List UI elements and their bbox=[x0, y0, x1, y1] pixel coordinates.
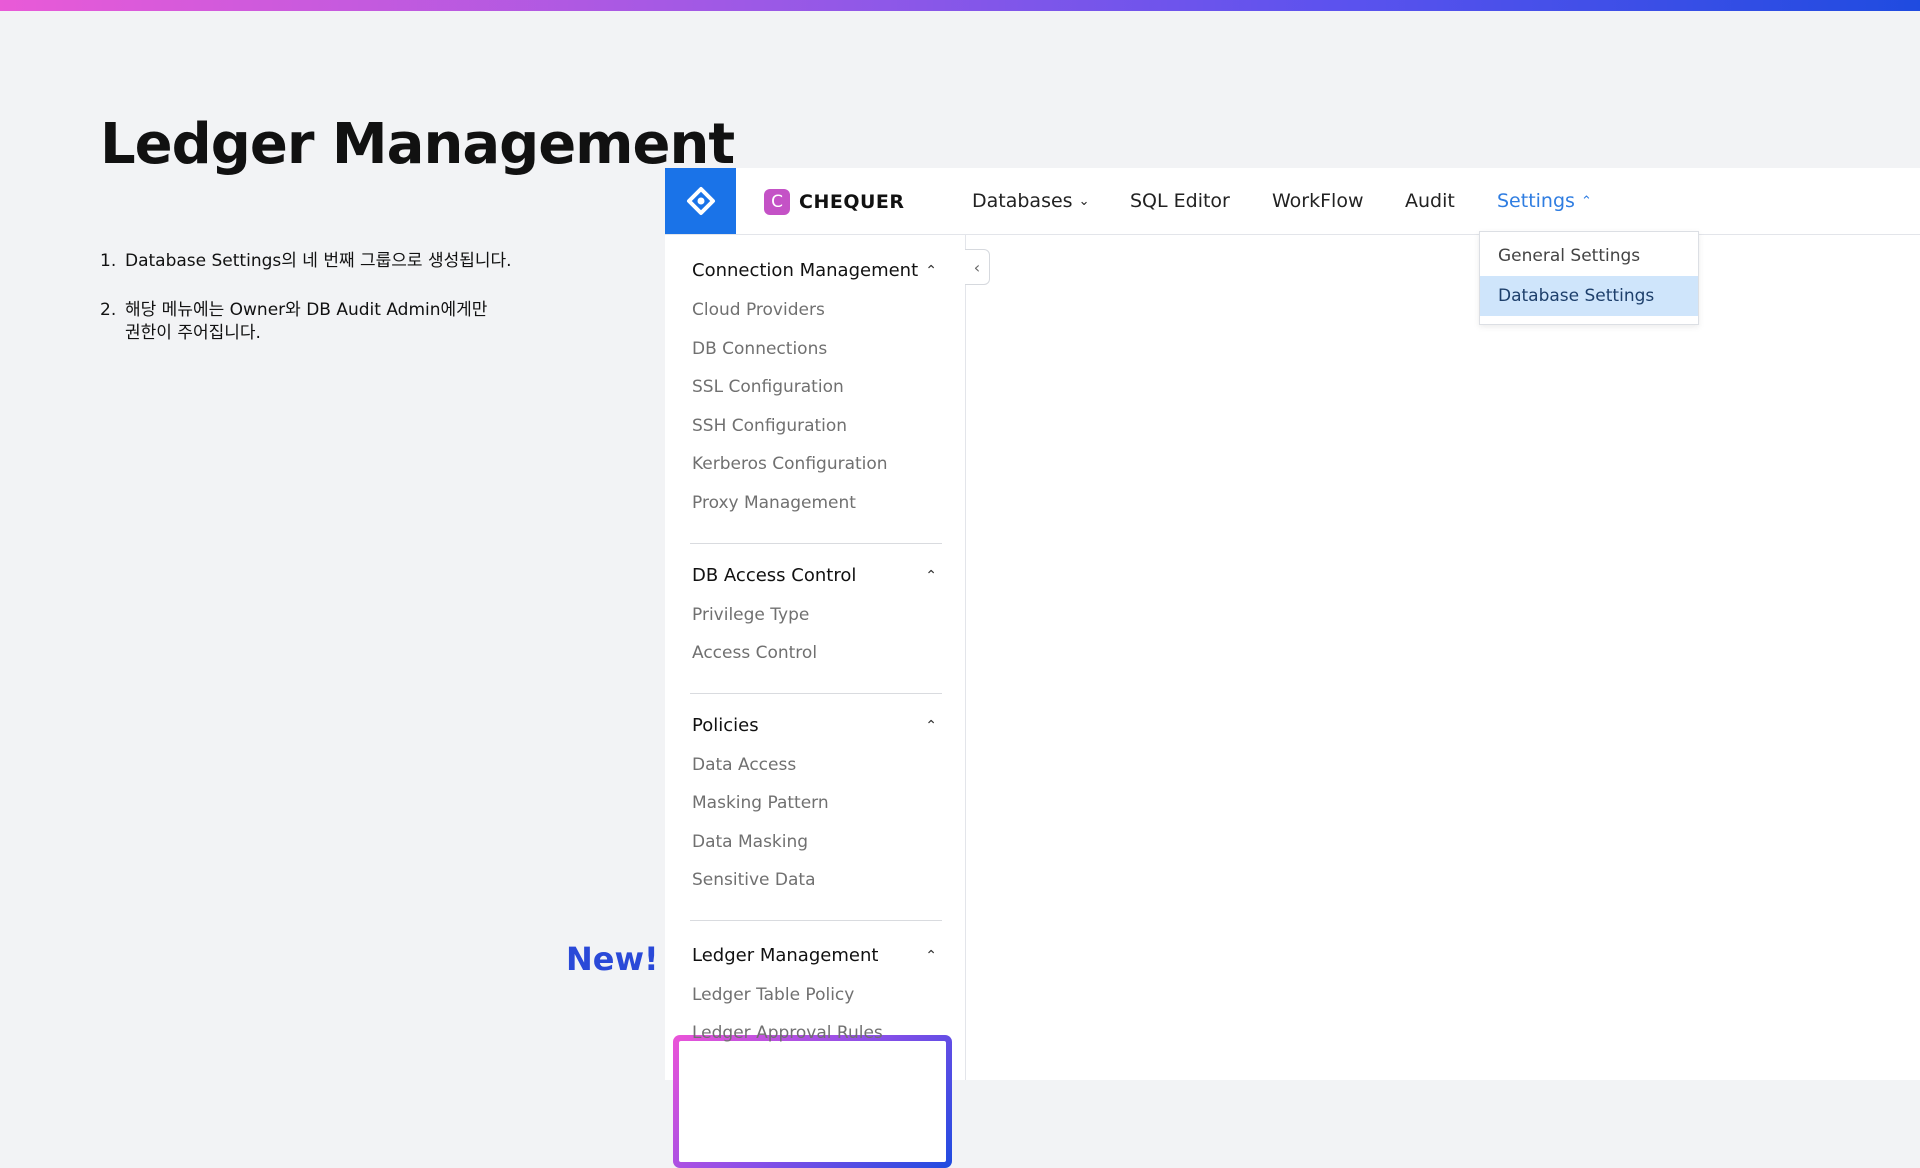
sidebar-item-db-connections[interactable]: DB Connections bbox=[692, 339, 827, 359]
chevron-left-icon: ‹ bbox=[973, 257, 981, 277]
sidebar-item-ssl-configuration[interactable]: SSL Configuration bbox=[692, 377, 844, 397]
sidebar-item-sensitive-data[interactable]: Sensitive Data bbox=[692, 870, 816, 890]
nav-databases[interactable]: Databases ⌄ bbox=[972, 190, 1089, 212]
app-screenshot: C CHEQUER Databases ⌄ SQL Editor WorkFlo… bbox=[665, 168, 1920, 1168]
divider bbox=[690, 543, 942, 544]
sidebar-item-kerberos-configuration[interactable]: Kerberos Configuration bbox=[692, 454, 888, 474]
nav-label: Databases bbox=[972, 190, 1073, 212]
chevron-up-icon: ⌃ bbox=[925, 717, 937, 734]
chevron-up-icon: ⌃ bbox=[925, 262, 937, 279]
note-number: 2. bbox=[100, 300, 117, 320]
slide-title: Ledger Management bbox=[100, 112, 735, 177]
sidebar-item-proxy-management[interactable]: Proxy Management bbox=[692, 493, 856, 513]
gradient-top-bar bbox=[0, 0, 1920, 11]
dropdown-item-general-settings[interactable]: General Settings bbox=[1480, 236, 1698, 276]
sidebar-item-access-control[interactable]: Access Control bbox=[692, 643, 817, 663]
sidebar-item-ledger-table-policy[interactable]: Ledger Table Policy bbox=[692, 985, 854, 1005]
nav-sql-editor[interactable]: SQL Editor bbox=[1130, 190, 1230, 212]
note-text: 해당 메뉴에는 Owner와 DB Audit Admin에게만 권한이 주어집… bbox=[125, 300, 488, 343]
sidebar-item-cloud-providers[interactable]: Cloud Providers bbox=[692, 300, 825, 320]
group-title: Ledger Management bbox=[692, 945, 879, 966]
nav-settings[interactable]: Settings ⌃ bbox=[1497, 190, 1592, 212]
nav-label: Settings bbox=[1497, 190, 1575, 212]
settings-dropdown: General Settings Database Settings bbox=[1479, 231, 1699, 325]
slide-notes: 1. Database Settings의 네 번째 그룹으로 생성됩니다. 2… bbox=[100, 250, 540, 371]
sidebar-item-data-masking[interactable]: Data Masking bbox=[692, 832, 808, 852]
chevron-up-icon: ⌃ bbox=[1580, 193, 1592, 209]
dropdown-item-database-settings[interactable]: Database Settings bbox=[1480, 276, 1698, 316]
note-item: 1. Database Settings의 네 번째 그룹으로 생성됩니다. bbox=[100, 250, 540, 273]
sidebar-item-ledger-approval-rules[interactable]: Ledger Approval Rules bbox=[692, 1023, 883, 1043]
chevron-up-icon: ⌃ bbox=[925, 947, 937, 964]
note-number: 1. bbox=[100, 251, 117, 271]
collapse-sidebar-button[interactable]: ‹ bbox=[965, 249, 990, 285]
sidebar-item-privilege-type[interactable]: Privilege Type bbox=[692, 605, 809, 625]
divider bbox=[690, 693, 942, 694]
nav-label: Audit bbox=[1405, 190, 1455, 212]
new-label: New! bbox=[566, 940, 659, 978]
top-navigation: C CHEQUER Databases ⌄ SQL Editor WorkFlo… bbox=[665, 168, 1920, 235]
querypie-logo-icon bbox=[686, 187, 715, 215]
group-connection-management[interactable]: Connection Management ⌃ bbox=[692, 260, 937, 281]
logo-name: CHEQUER bbox=[799, 191, 905, 213]
note-item: 2. 해당 메뉴에는 Owner와 DB Audit Admin에게만 권한이 … bbox=[100, 299, 540, 345]
nav-workflow[interactable]: WorkFlow bbox=[1272, 190, 1363, 212]
group-ledger-management[interactable]: Ledger Management ⌃ bbox=[692, 945, 937, 966]
sidebar-item-data-access[interactable]: Data Access bbox=[692, 755, 796, 775]
sidebar-item-ssh-configuration[interactable]: SSH Configuration bbox=[692, 416, 847, 436]
group-db-access-control[interactable]: DB Access Control ⌃ bbox=[692, 565, 937, 586]
home-button[interactable] bbox=[665, 168, 736, 234]
nav-label: WorkFlow bbox=[1272, 190, 1364, 212]
nav-audit[interactable]: Audit bbox=[1405, 190, 1455, 212]
note-text: Database Settings의 네 번째 그룹으로 생성됩니다. bbox=[125, 251, 512, 271]
logo-mark: C bbox=[764, 189, 790, 215]
group-title: Connection Management bbox=[692, 260, 919, 281]
group-title: Policies bbox=[692, 715, 759, 736]
sidebar-item-masking-pattern[interactable]: Masking Pattern bbox=[692, 793, 829, 813]
company-logo[interactable]: C CHEQUER bbox=[764, 189, 905, 215]
chevron-up-icon: ⌃ bbox=[925, 567, 937, 584]
new-group-highlight bbox=[673, 1035, 952, 1168]
nav-label: SQL Editor bbox=[1130, 190, 1230, 212]
group-title: DB Access Control bbox=[692, 565, 857, 586]
divider bbox=[690, 920, 942, 921]
chevron-down-icon: ⌄ bbox=[1078, 193, 1090, 209]
group-policies[interactable]: Policies ⌃ bbox=[692, 715, 937, 736]
